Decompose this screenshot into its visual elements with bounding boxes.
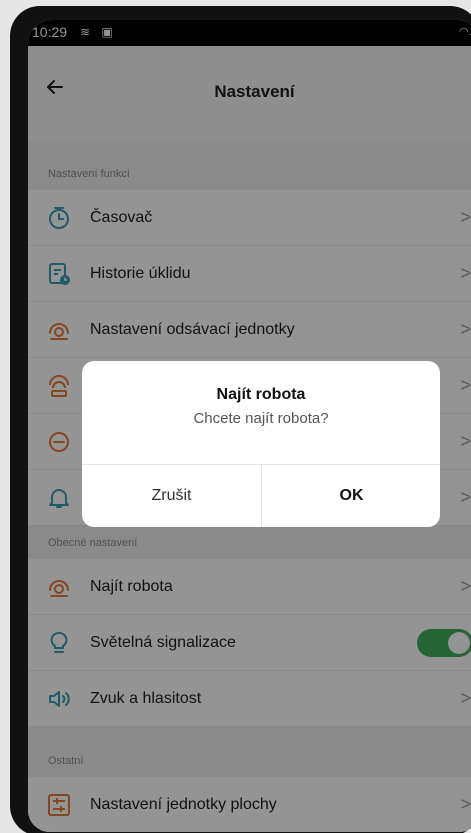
find-robot-dialog: Najít robota Chcete najít robota? Zrušit… [82, 361, 440, 527]
ok-button[interactable]: OK [262, 465, 440, 527]
app-screen: 10:29 ≋ ▣ ◠.ıl Nastavení Nastavení funkc… [28, 20, 471, 832]
phone-frame: 10:29 ≋ ▣ ◠.ıl Nastavení Nastavení funkc… [10, 6, 471, 833]
dialog-title: Najít robota [216, 386, 306, 403]
cancel-button[interactable]: Zrušit [82, 465, 261, 527]
dialog-message: Chcete najít robota? [193, 410, 329, 427]
